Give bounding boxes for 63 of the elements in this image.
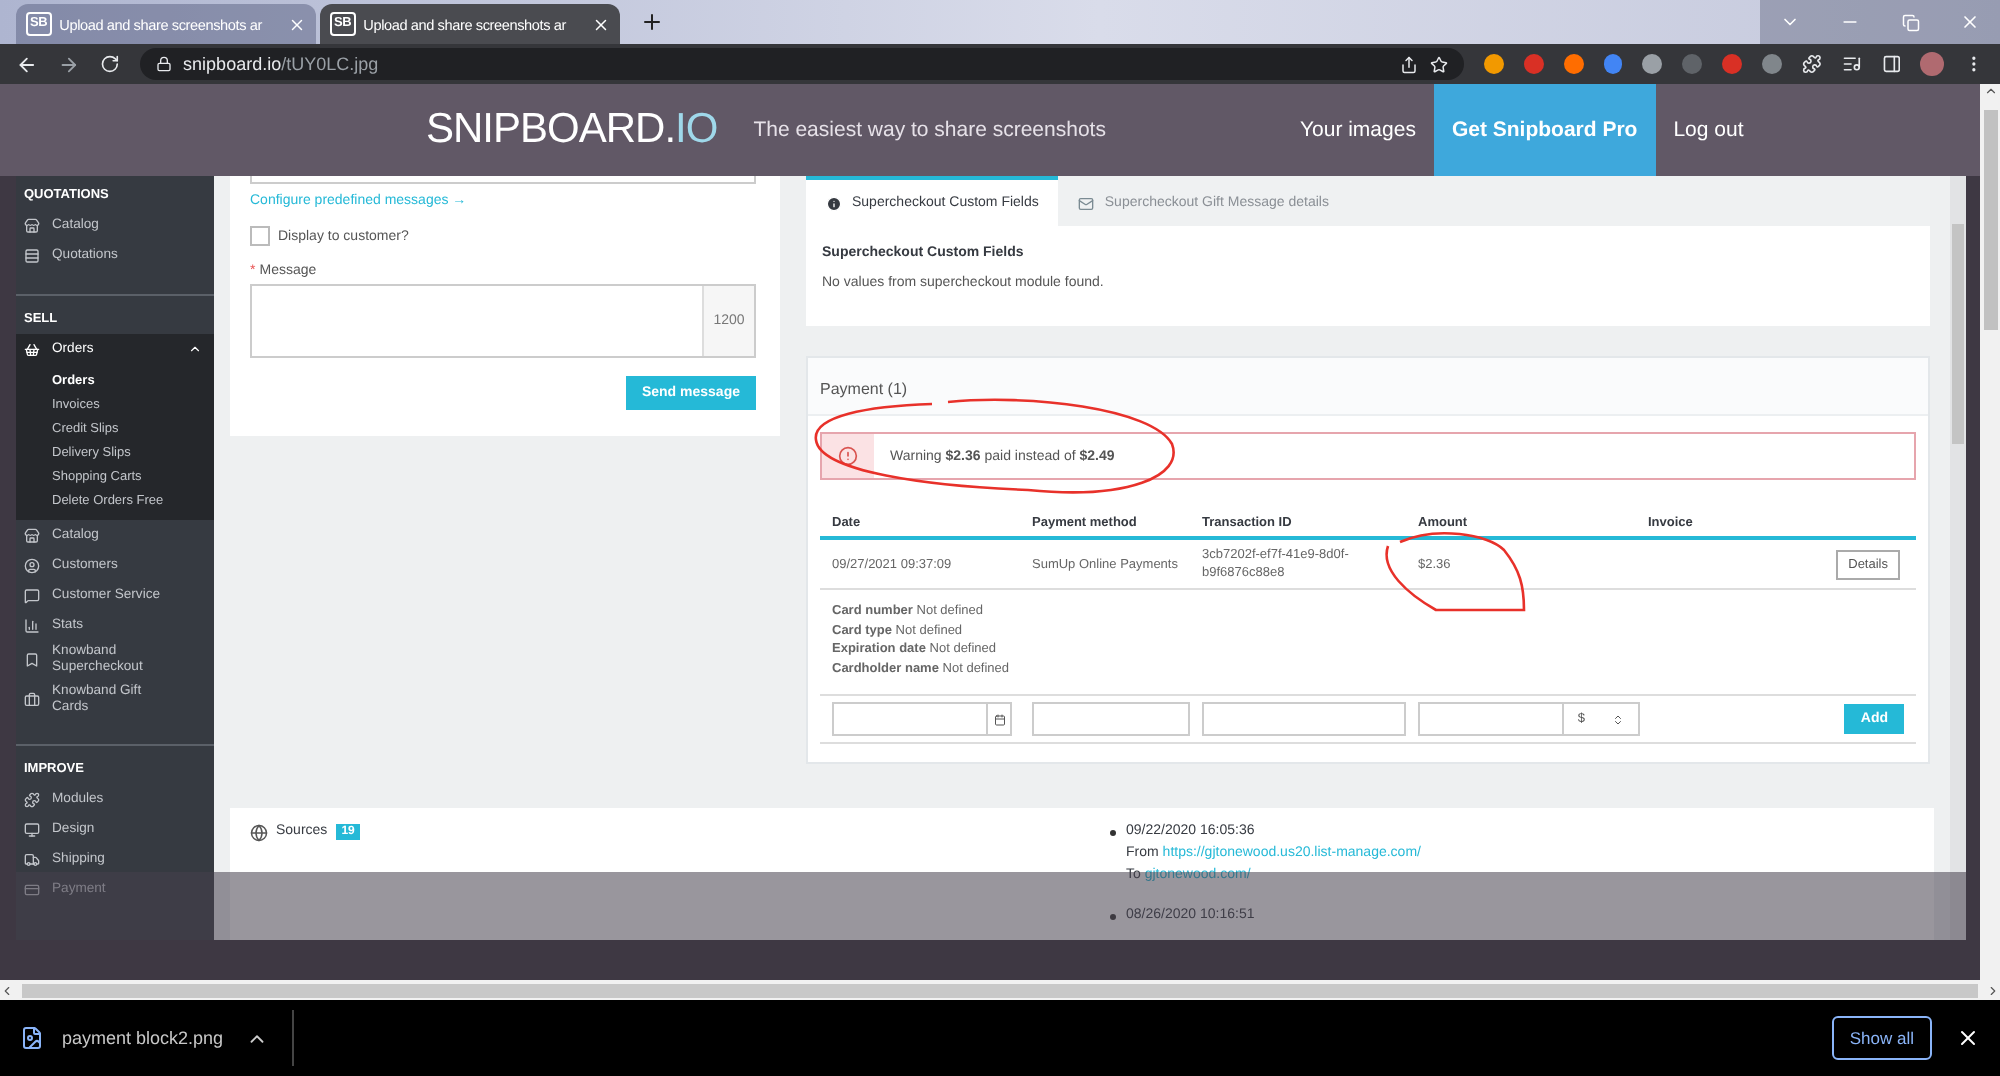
star-icon[interactable]: [1429, 55, 1448, 73]
info-icon: [826, 195, 842, 211]
basket-icon: [24, 341, 40, 357]
card-icon: [24, 881, 40, 897]
show-all-button[interactable]: Show all: [1831, 1016, 1932, 1060]
extension-icon[interactable]: [1761, 54, 1782, 74]
extension-icon[interactable]: [1722, 54, 1742, 74]
extension-icon[interactable]: [1603, 54, 1623, 74]
card-title: Payment (1): [820, 380, 908, 398]
scroll-left-icon[interactable]: [0, 983, 14, 997]
checkbox[interactable]: [250, 226, 270, 246]
puzzle-icon: [24, 791, 40, 807]
bullet-icon: [1110, 914, 1116, 920]
nav-link[interactable]: Log out: [1655, 84, 1762, 176]
chart-icon: [24, 617, 40, 633]
sidebar-icon[interactable]: [1881, 54, 1901, 74]
scrollbar-thumb[interactable]: [22, 983, 1978, 997]
puzzle-icon[interactable]: [1801, 54, 1822, 74]
lock-icon: [155, 56, 172, 72]
calendar-icon[interactable]: [993, 713, 1005, 725]
chevron-icon[interactable]: [188, 342, 202, 356]
reload-icon[interactable]: [99, 54, 120, 74]
scrollbar-thumb[interactable]: [1983, 110, 1997, 330]
alert-icon: [838, 446, 858, 466]
store-icon: [24, 217, 40, 233]
scroll-up-icon[interactable]: [1983, 84, 1997, 98]
playlist-icon[interactable]: [1841, 54, 1862, 74]
site-logo[interactable]: SNIPBOARD.IO: [426, 106, 718, 154]
tagline: The easiest way to share screenshots: [753, 118, 1106, 142]
address-field[interactable]: snipboard.io/tUY0LC.jpg: [139, 48, 1464, 80]
nav-link[interactable]: Your images: [1281, 84, 1434, 176]
user-icon: [24, 557, 40, 573]
extension-icon[interactable]: [1642, 54, 1663, 74]
briefcase-icon: [24, 692, 40, 708]
download-item[interactable]: payment block2.png: [62, 1028, 246, 1048]
extension-icon[interactable]: [1483, 54, 1504, 74]
back-icon[interactable]: [16, 53, 38, 75]
chat-icon: [24, 587, 40, 603]
truck-icon: [24, 851, 40, 867]
avatar-icon[interactable]: [1920, 52, 1945, 76]
input-field[interactable]: [1202, 702, 1406, 736]
table-icon: [24, 247, 40, 263]
input-field[interactable]: [250, 176, 756, 184]
plus-icon[interactable]: [640, 10, 664, 34]
input-field[interactable]: [1418, 702, 1564, 736]
date-field[interactable]: [832, 702, 988, 736]
restore-icon[interactable]: [1901, 13, 1919, 31]
share-icon[interactable]: [1399, 55, 1418, 73]
close-icon[interactable]: [1956, 1026, 1980, 1050]
store-icon: [24, 527, 40, 543]
extension-icon[interactable]: [1523, 54, 1544, 74]
monitor-icon: [24, 821, 40, 837]
forward-icon[interactable]: [57, 53, 80, 75]
scroll-right-icon[interactable]: [1986, 983, 2000, 997]
globe-icon: [250, 824, 268, 842]
mail-icon: [1078, 195, 1095, 211]
close-icon[interactable]: [592, 15, 610, 33]
scrollbar-thumb[interactable]: [1952, 224, 1964, 444]
bookmark-icon: [24, 652, 40, 668]
extension-icon[interactable]: [1563, 54, 1584, 74]
input-field[interactable]: [1032, 702, 1190, 736]
bullet-icon: [1110, 830, 1116, 836]
file-icon: [20, 1026, 44, 1050]
